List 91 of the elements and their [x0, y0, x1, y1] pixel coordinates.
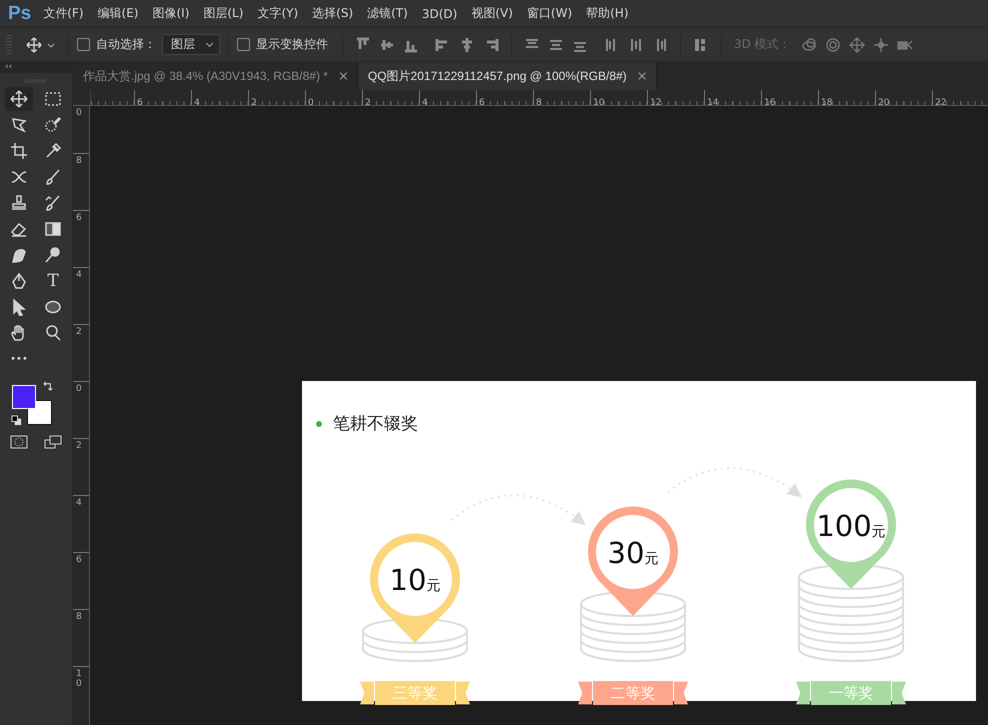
crop-icon: [10, 142, 28, 160]
pen-icon: [10, 272, 28, 290]
tab-title: 作品大赏.jpg @ 38.4% (A30V1943, RGB/8#) *: [83, 68, 328, 84]
ruler-label: 14: [707, 98, 718, 105]
document-tab[interactable]: QQ图片20171229112457.png @ 100%(RGB/8#) ×: [358, 62, 657, 90]
eyedropper-icon: [44, 142, 62, 160]
checkbox[interactable]: [77, 38, 90, 51]
close-button[interactable]: ×: [636, 68, 648, 84]
ribbon-tail-icon: [578, 680, 592, 706]
ruler-label: 6: [76, 214, 83, 224]
ruler-label: 2: [76, 442, 83, 452]
ruler-label: 2: [76, 328, 83, 338]
stamp-icon: [10, 194, 28, 212]
ribbon-tail-icon: [796, 680, 810, 706]
ruler-label: 6: [76, 556, 83, 566]
ruler-label: 12: [650, 98, 662, 105]
menu-item[interactable]: 编辑(E): [98, 5, 138, 22]
ruler-label: 22: [935, 98, 946, 105]
ruler-label: 10: [593, 98, 604, 105]
ruler-label: 4: [194, 98, 200, 105]
prize-amount: 10元: [390, 563, 440, 597]
checkbox-label: 显示变换控件: [256, 36, 328, 53]
ruler-label: 10: [76, 670, 83, 690]
ruler-label: 6: [137, 98, 143, 105]
menu-item[interactable]: 滤镜(T): [367, 5, 408, 22]
ribbon-tail-icon: [892, 680, 906, 706]
quick-select-icon: [44, 116, 62, 134]
ruler-label: 8: [76, 157, 83, 167]
finger-icon: [10, 246, 28, 264]
ruler-label: 2: [365, 98, 371, 105]
tool-button[interactable]: •••: [5, 347, 33, 371]
dashed-rectangle-icon: [44, 90, 62, 108]
menu-item[interactable]: 选择(S): [312, 5, 354, 22]
menu-item[interactable]: 帮助(H): [586, 5, 629, 22]
award-title: 笔耕不辍奖: [333, 413, 418, 435]
tab-title: QQ图片20171229112457.png @ 100%(RGB/8#): [368, 68, 627, 84]
swap-arrows-icon[interactable]: [43, 381, 54, 392]
ruler-label: 20: [878, 98, 890, 105]
distribute-icon[interactable]: [628, 36, 644, 52]
menu-item[interactable]: 文字(Y): [257, 5, 298, 22]
ruler-label: 16: [764, 98, 776, 105]
align-icon[interactable]: [459, 36, 475, 52]
ruler-label: 4: [76, 271, 83, 281]
menu-item[interactable]: 窗口(W): [526, 5, 572, 22]
pan-icon[interactable]: [848, 36, 865, 52]
ellipse-icon: [44, 298, 62, 316]
move-icon: [10, 90, 28, 108]
prize-amount: 30元: [608, 536, 658, 570]
ruler-label: 0: [76, 385, 83, 395]
menu-item[interactable]: 视图(V): [471, 5, 513, 22]
ruler-label: 8: [536, 98, 542, 105]
menu-item[interactable]: 图像(I): [152, 5, 190, 22]
ruler-label: 2: [251, 98, 257, 105]
app-logo: Ps: [8, 2, 32, 24]
mode-label: 3D 模式：: [734, 36, 791, 53]
zoom-icon: [44, 324, 62, 342]
color-swatches-drawing[interactable]: [11, 384, 53, 426]
prize-amount: 100元: [816, 509, 886, 543]
rotate-icon[interactable]: [824, 36, 841, 52]
dodge-icon: [44, 246, 62, 264]
ruler-label: 8: [76, 613, 83, 623]
menu-item[interactable]: 文件(F): [43, 5, 84, 22]
ruler-label: 0: [308, 98, 314, 105]
ribbon-tail-icon: [674, 680, 688, 706]
ruler-label: 18: [821, 98, 832, 105]
ruler-label: 4: [422, 98, 428, 105]
brush-icon: [44, 168, 62, 186]
lasso-icon: [10, 116, 28, 134]
screen-mode-icon[interactable]: [44, 435, 62, 449]
ruler-label: 4: [76, 499, 83, 509]
ruler-label: 6: [479, 98, 485, 105]
checkbox-label: 自动选择：: [96, 36, 156, 53]
tool-button[interactable]: [5, 87, 33, 111]
menu-item[interactable]: 图层(L): [203, 5, 244, 22]
gradient-icon: [44, 220, 62, 238]
menu-item[interactable]: 3D(D): [422, 6, 458, 20]
ribbon-tail-icon: [456, 680, 470, 706]
tool-button[interactable]: T: [39, 269, 67, 293]
ribbon-tail-icon: [360, 680, 374, 706]
layer-dropdown[interactable]: 图层: [162, 34, 220, 55]
slide-icon[interactable]: [872, 36, 889, 52]
orbit-icon[interactable]: [800, 36, 817, 52]
move-icon[interactable]: [26, 36, 42, 52]
checkbox[interactable]: [237, 38, 250, 51]
ruler-label: 0: [76, 109, 83, 119]
quick-mask-icon[interactable]: [10, 435, 28, 449]
close-button[interactable]: ×: [338, 68, 349, 84]
default-colors-icon[interactable]: [11, 415, 22, 426]
collapse-button[interactable]: ‹‹: [5, 63, 12, 72]
eraser-icon: [10, 220, 28, 238]
history-brush-icon: [44, 194, 62, 212]
